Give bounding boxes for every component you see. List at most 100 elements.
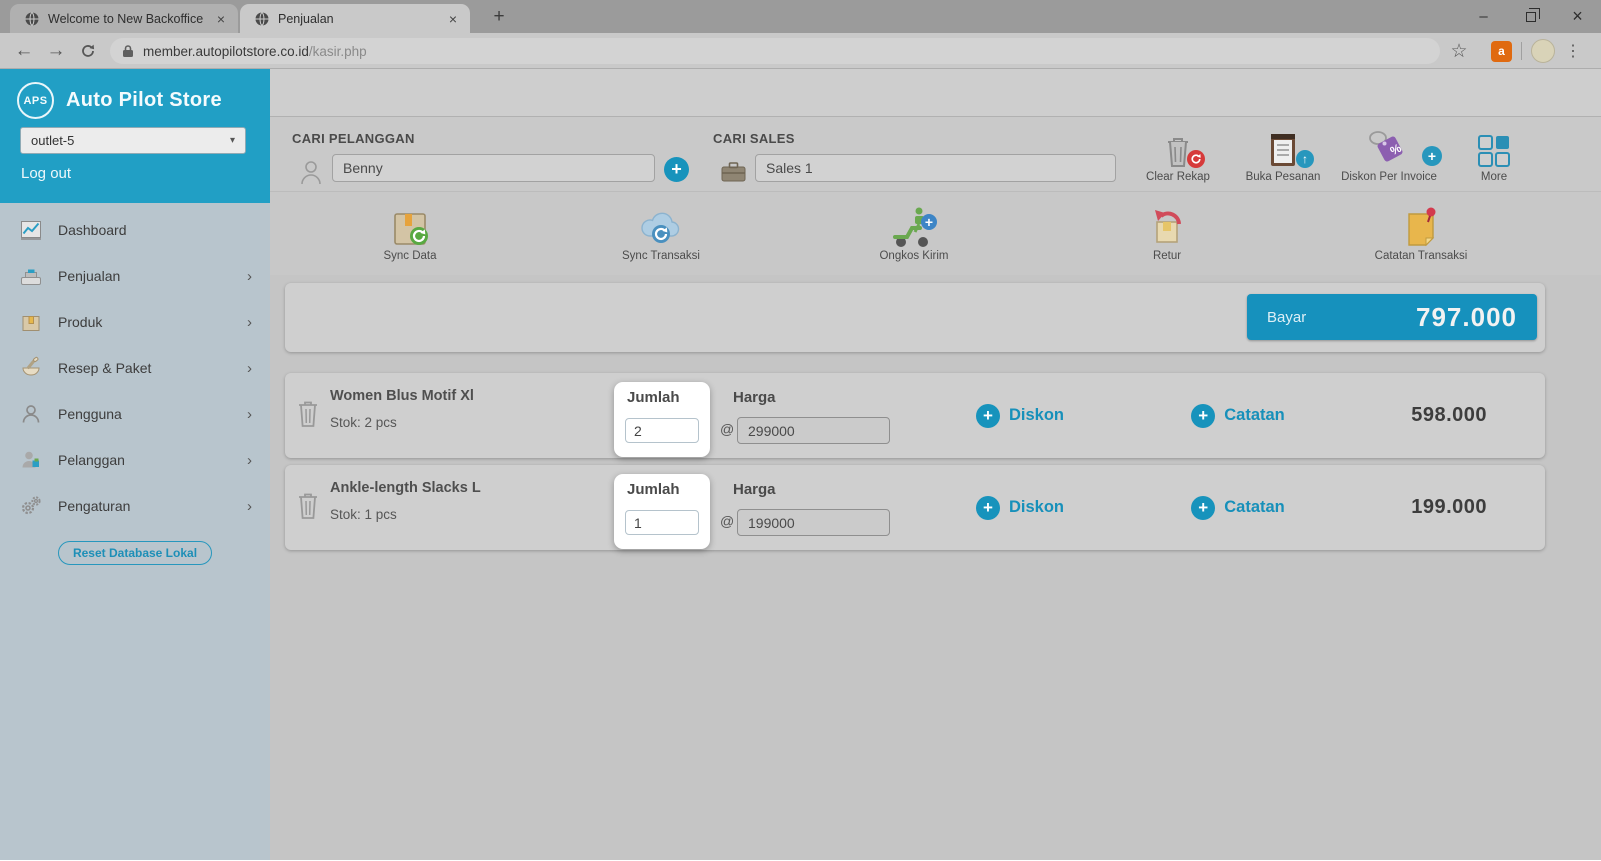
- diskon-label: Diskon: [1009, 406, 1064, 425]
- cari-sales-input[interactable]: [755, 154, 1116, 182]
- sidebar-item-label: Resep & Paket: [58, 360, 151, 376]
- mortar-pestle-icon: [16, 355, 46, 381]
- sync-label: Ongkos Kirim: [834, 250, 994, 262]
- plus-circle-icon: +: [1191, 404, 1215, 428]
- sidebar-item-pengguna[interactable]: Pengguna ›: [0, 391, 270, 437]
- action-label: More: [1439, 171, 1549, 183]
- catatan-button[interactable]: + Catatan: [1163, 373, 1313, 458]
- cart-row: Women Blus Motif Xl Stok: 2 pcs Jumlah H…: [285, 373, 1545, 458]
- bayar-label: Bayar: [1267, 309, 1306, 326]
- new-tab-button[interactable]: +: [486, 5, 512, 29]
- reset-database-button[interactable]: Reset Database Lokal: [58, 541, 212, 565]
- note-pin-icon: [1403, 206, 1439, 248]
- aps-logo: APS: [17, 82, 54, 119]
- address-bar[interactable]: member.autopilotstore.co.id/kasir.php: [110, 38, 1440, 64]
- sidebar-menu: Dashboard Penjualan › Produk ›: [0, 203, 270, 565]
- search-bar-strip: CARI PELANGGAN + CARI SALES Clear: [270, 117, 1601, 192]
- browser-tab-penjualan[interactable]: Penjualan ×: [240, 4, 470, 33]
- tab-title: Penjualan: [278, 12, 444, 26]
- browser-tab-backoffice[interactable]: Welcome to New Backoffice ×: [10, 4, 238, 33]
- browser-menu-kebab-icon[interactable]: ⋮: [1559, 37, 1587, 65]
- harga-input[interactable]: [737, 417, 890, 444]
- delete-item-button[interactable]: [297, 399, 319, 434]
- bookmark-star-icon[interactable]: ☆: [1445, 37, 1473, 65]
- catatan-label: Catatan: [1224, 406, 1285, 425]
- jumlah-label: Jumlah: [627, 389, 680, 406]
- reload-button[interactable]: [74, 37, 102, 65]
- diskon-label: Diskon: [1009, 498, 1064, 517]
- cari-pelanggan-label: CARI PELANGGAN: [292, 131, 415, 146]
- reload-icon: [80, 43, 96, 59]
- sidebar-item-label: Penjualan: [58, 268, 120, 284]
- sync-cloud-icon: [638, 208, 684, 248]
- product-name: Ankle-length Slacks L: [330, 480, 481, 496]
- action-label: Diskon Per Invoice: [1334, 171, 1444, 183]
- toolbar-separator: [1521, 42, 1522, 60]
- chevron-right-icon: ›: [247, 360, 252, 377]
- tab-close-icon[interactable]: ×: [444, 10, 462, 28]
- window-minimize-button[interactable]: –: [1460, 0, 1507, 33]
- sync-transaksi-button[interactable]: Sync Transaksi: [581, 202, 741, 262]
- back-button[interactable]: ←: [10, 37, 38, 65]
- diskon-button[interactable]: + Diskon: [945, 465, 1095, 550]
- customer-icon: [16, 447, 46, 473]
- sidebar-item-pelanggan[interactable]: Pelanggan ›: [0, 437, 270, 483]
- extension-icon[interactable]: a: [1491, 41, 1512, 62]
- catatan-label: Catatan: [1224, 498, 1285, 517]
- sidebar-item-produk[interactable]: Produk ›: [0, 299, 270, 345]
- product-box-icon: [16, 309, 46, 335]
- upload-badge-icon: ↑: [1296, 150, 1314, 168]
- diskon-button[interactable]: + Diskon: [945, 373, 1095, 458]
- sync-data-button[interactable]: Sync Data: [330, 202, 490, 262]
- window-close-button[interactable]: ×: [1554, 0, 1601, 33]
- sidebar-item-penjualan[interactable]: Penjualan ›: [0, 253, 270, 299]
- svg-text:+: +: [925, 214, 933, 230]
- outlet-select-value: outlet-5: [31, 133, 74, 148]
- dropdown-arrow-icon: ▾: [230, 135, 235, 146]
- plus-circle-icon: +: [1191, 496, 1215, 520]
- sidebar-item-pengaturan[interactable]: Pengaturan ›: [0, 483, 270, 529]
- window-restore-button[interactable]: [1507, 0, 1554, 33]
- ongkos-kirim-button[interactable]: + Ongkos Kirim: [834, 202, 994, 262]
- globe-favicon: [254, 11, 270, 27]
- browser-titlebar: Welcome to New Backoffice × Penjualan × …: [0, 0, 1601, 33]
- sidebar-item-dashboard[interactable]: Dashboard: [0, 207, 270, 253]
- sidebar-item-label: Produk: [58, 314, 102, 330]
- at-symbol: @: [720, 421, 734, 437]
- cart-row: Ankle-length Slacks L Stok: 1 pcs Jumlah…: [285, 465, 1545, 550]
- chevron-right-icon: ›: [247, 268, 252, 285]
- outlet-select[interactable]: outlet-5 ▾: [20, 127, 246, 154]
- jumlah-input[interactable]: [625, 510, 699, 535]
- sidebar-item-resep-paket[interactable]: Resep & Paket ›: [0, 345, 270, 391]
- sidebar-item-label: Pelanggan: [58, 452, 125, 468]
- logout-link[interactable]: Log out: [21, 165, 71, 182]
- diskon-per-invoice-button[interactable]: % + Diskon Per Invoice: [1334, 125, 1444, 183]
- bayar-button[interactable]: Bayar 797.000: [1247, 294, 1537, 340]
- buka-pesanan-button[interactable]: ↑ Buka Pesanan: [1228, 125, 1338, 183]
- product-name: Women Blus Motif Xl: [330, 388, 474, 404]
- return-box-icon: [1147, 206, 1187, 248]
- profile-avatar[interactable]: [1531, 39, 1555, 63]
- catatan-transaksi-button[interactable]: Catatan Transaksi: [1341, 202, 1501, 262]
- tab-close-icon[interactable]: ×: [212, 10, 230, 28]
- briefcase-icon: [720, 160, 747, 189]
- clear-rekap-button[interactable]: Clear Rekap: [1123, 125, 1233, 183]
- harga-label: Harga: [733, 481, 776, 498]
- bayar-amount: 797.000: [1416, 302, 1517, 333]
- cari-pelanggan-input[interactable]: [332, 154, 655, 182]
- jumlah-input[interactable]: [625, 418, 699, 443]
- add-customer-button[interactable]: +: [664, 157, 689, 182]
- more-button[interactable]: More: [1439, 125, 1549, 183]
- globe-favicon: [24, 11, 40, 27]
- jumlah-highlight-card: Jumlah: [614, 382, 710, 457]
- catatan-button[interactable]: + Catatan: [1163, 465, 1313, 550]
- retur-button[interactable]: Retur: [1087, 202, 1247, 262]
- delete-item-button[interactable]: [297, 491, 319, 526]
- action-label: Clear Rekap: [1123, 171, 1233, 183]
- sync-data-icon: [391, 208, 429, 248]
- harga-input[interactable]: [737, 509, 890, 536]
- tab-title: Welcome to New Backoffice: [48, 12, 212, 26]
- app-header-strip: [270, 69, 1601, 117]
- url-path: /kasir.php: [309, 44, 367, 59]
- forward-button[interactable]: →: [42, 37, 70, 65]
